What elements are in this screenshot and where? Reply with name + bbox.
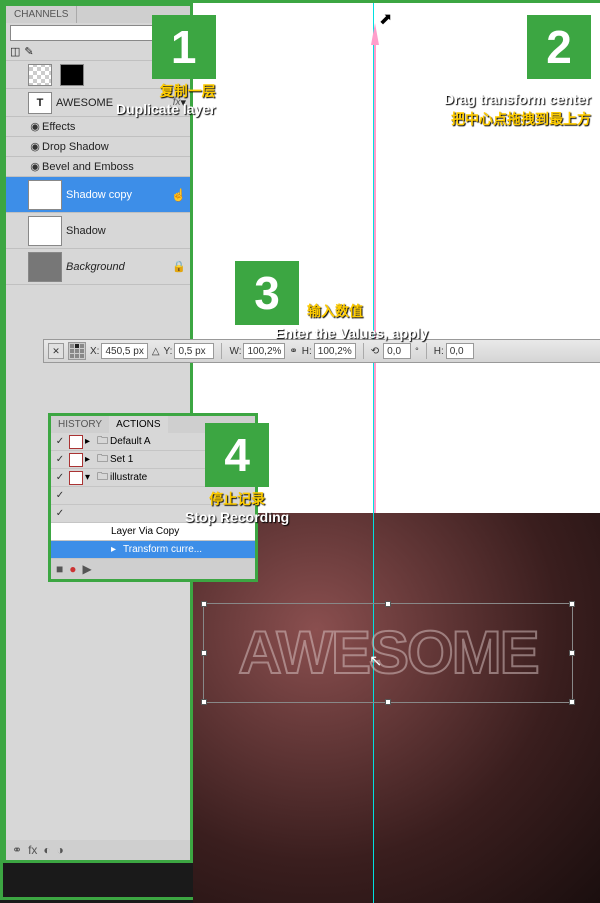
visibility-icon[interactable]: ◉ xyxy=(28,160,42,173)
callout-en: Drag transform center xyxy=(444,91,591,107)
layer-thumbnail[interactable] xyxy=(28,216,62,246)
dialog-icon[interactable] xyxy=(69,435,83,449)
stop-icon[interactable]: ■ xyxy=(56,562,63,576)
cancel-icon[interactable]: ✕ xyxy=(48,343,64,359)
reference-point-locator[interactable] xyxy=(68,342,86,360)
transform-handle[interactable] xyxy=(569,699,575,705)
layer-name: Shadow xyxy=(66,225,186,237)
w-label: W: xyxy=(229,346,241,357)
x-field[interactable]: 450,5 px xyxy=(101,343,147,359)
callout-number: 4 xyxy=(205,423,269,487)
dialog-icon[interactable] xyxy=(69,453,83,467)
disclosure-icon[interactable]: ▸ xyxy=(85,436,95,447)
layer-name: Background xyxy=(66,261,172,273)
callout-number: 1 xyxy=(152,15,216,79)
transform-handle[interactable] xyxy=(569,650,575,656)
layer-shadow[interactable]: Shadow xyxy=(6,213,190,249)
callout-en: Enter the Values, apply xyxy=(275,325,428,341)
y-field[interactable]: 0,5 px xyxy=(174,343,214,359)
h-label: H: xyxy=(302,346,312,357)
transform-center-cursor: ⬈ xyxy=(379,9,392,29)
lock-image-icon[interactable]: ✎ xyxy=(24,45,33,58)
layer-mask-thumbnail[interactable] xyxy=(60,64,84,86)
callout-zh: 停止记录 xyxy=(209,489,265,509)
callout-en: Stop Recording xyxy=(185,509,289,525)
transform-handle[interactable] xyxy=(201,601,207,607)
callout-number: 3 xyxy=(235,261,299,325)
tab-actions[interactable]: ACTIONS xyxy=(109,416,167,433)
callout-2: 2 Drag transform center 把中心点拖拽到最上方 xyxy=(444,15,591,129)
link-icon[interactable]: ⚭ xyxy=(289,346,297,357)
hand-cursor-icon: ☝ xyxy=(171,188,186,202)
effect-bevel-emboss[interactable]: ◉ Bevel and Emboss xyxy=(6,157,190,177)
layer-name: Shadow copy xyxy=(66,189,171,201)
tab-channels[interactable]: CHANNELS xyxy=(6,6,77,23)
transform-handle[interactable] xyxy=(569,601,575,607)
transform-options-bar: ✕ X: 450,5 px △ Y: 0,5 px W: 100,2% ⚭ H:… xyxy=(43,339,600,363)
effect-drop-shadow[interactable]: ◉ Drop Shadow xyxy=(6,137,190,157)
callout-zh: 输入数值 xyxy=(307,301,363,321)
tab-history[interactable]: HISTORY xyxy=(51,416,109,433)
lock-icon[interactable]: 🔒 xyxy=(172,260,186,273)
callout-zh: 复制一层 xyxy=(160,81,216,101)
callout-number: 2 xyxy=(527,15,591,79)
disclosure-icon[interactable]: ▾ xyxy=(85,472,95,483)
toggle-icon[interactable]: ✓ xyxy=(53,454,67,465)
toggle-icon[interactable]: ✓ xyxy=(53,472,67,483)
transform-handle[interactable] xyxy=(201,650,207,656)
callout-en: Duplicate layer xyxy=(116,101,216,117)
disclosure-icon[interactable]: ▸ xyxy=(111,544,121,555)
y-label: Y: xyxy=(164,346,173,357)
delta-icon[interactable]: △ xyxy=(152,346,160,357)
callout-3: 3 输入数值 Enter the Values, apply xyxy=(235,261,428,341)
angle-icon: ⟲ xyxy=(371,346,379,357)
disclosure-icon[interactable]: ▸ xyxy=(85,454,95,465)
action-step-name: Transform curre... xyxy=(123,544,253,555)
lock-transparent-icon[interactable]: ◫ xyxy=(10,45,20,58)
action-step-transform[interactable]: ▸ Transform curre... xyxy=(51,541,255,559)
layer-shadow-copy[interactable]: Shadow copy ☝ xyxy=(6,177,190,213)
callout-4: 4 停止记录 Stop Recording xyxy=(185,423,289,525)
transform-handle[interactable] xyxy=(385,601,391,607)
skew-h-field[interactable]: 0,0 xyxy=(446,343,474,359)
folder-icon: 🗀 xyxy=(97,468,108,487)
angle-field[interactable]: 0,0 xyxy=(383,343,411,359)
transform-handle[interactable] xyxy=(385,699,391,705)
skew-h-label: H: xyxy=(434,346,444,357)
actions-footer: ■ ● ▶ xyxy=(51,559,255,579)
transform-handle[interactable] xyxy=(201,699,207,705)
record-icon[interactable]: ● xyxy=(69,562,76,576)
layer-thumbnail[interactable] xyxy=(28,180,62,210)
folder-icon: 🗀 xyxy=(97,450,108,469)
action-step-layer-via-copy[interactable]: Layer Via Copy xyxy=(51,523,255,541)
adjustment-icon[interactable]: ◑ xyxy=(57,843,64,857)
effects-label: Effects xyxy=(42,121,186,133)
effect-name: Bevel and Emboss xyxy=(42,161,186,173)
effects-row[interactable]: ◉ Effects xyxy=(6,117,190,137)
visibility-icon[interactable]: ◉ xyxy=(28,140,42,153)
layer-thumbnail[interactable] xyxy=(28,64,52,86)
folder-icon: 🗀 xyxy=(97,432,108,451)
h-field[interactable]: 100,2% xyxy=(314,343,356,359)
callout-zh: 把中心点拖拽到最上方 xyxy=(451,109,591,129)
link-icon[interactable]: ⚭ xyxy=(12,843,22,857)
x-label: X: xyxy=(90,346,99,357)
fx-icon[interactable]: fx xyxy=(28,843,37,857)
transform-bounding-box[interactable] xyxy=(203,603,573,703)
visibility-icon[interactable]: ◉ xyxy=(28,120,42,133)
text-layer-thumbnail[interactable]: T xyxy=(28,92,52,114)
toggle-icon[interactable]: ✓ xyxy=(53,436,67,447)
callout-1: 1 复制一层 Duplicate layer xyxy=(116,15,216,117)
play-icon[interactable]: ▶ xyxy=(83,562,92,576)
layer-background[interactable]: Background 🔒 xyxy=(6,249,190,285)
action-step-name: Layer Via Copy xyxy=(111,526,253,537)
mask-icon[interactable]: ◐ xyxy=(43,843,50,857)
effect-name: Drop Shadow xyxy=(42,141,186,153)
layer-thumbnail[interactable] xyxy=(28,252,62,282)
dialog-icon[interactable] xyxy=(69,471,83,485)
w-field[interactable]: 100,2% xyxy=(243,343,285,359)
